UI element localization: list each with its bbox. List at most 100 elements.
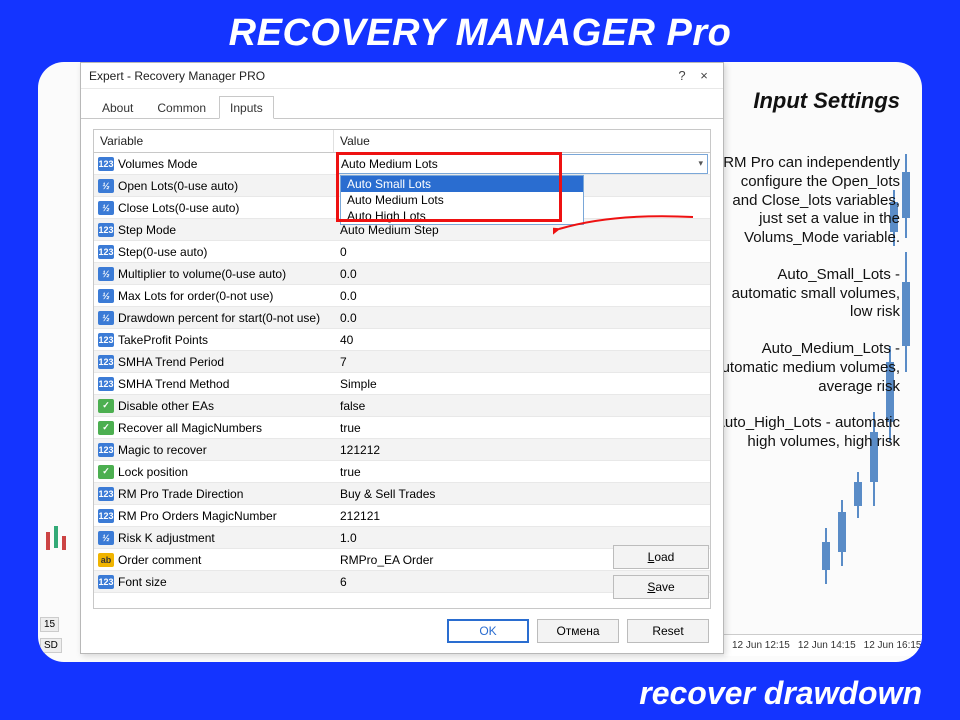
content-card: 15 SD 12 Jun 12:15 12 Jun 14:15 12 Jun 1…: [38, 62, 922, 662]
chart-time-axis: 12 Jun 12:15 12 Jun 14:15 12 Jun 16:15: [724, 634, 922, 656]
table-row[interactable]: 123 RM Pro Trade Direction Buy & Sell Trad…: [94, 483, 710, 505]
variable-name: RM Pro Orders MagicNumber: [118, 509, 277, 523]
symbol-fragment: SD: [40, 638, 62, 653]
variable-name: Close Lots(0-use auto): [118, 201, 239, 215]
variable-value[interactable]: Simple: [334, 377, 710, 391]
variable-value[interactable]: Auto Medium Lots▾: [336, 154, 708, 174]
explainer-heading: Input Settings: [712, 88, 900, 114]
explainer-panel: Input Settings RM Pro can independently …: [712, 88, 900, 470]
dbl-type-icon: ½: [98, 311, 114, 325]
variable-name: Order comment: [118, 553, 201, 567]
num-type-icon: 123: [98, 223, 114, 237]
variable-name: SMHA Trend Method: [118, 377, 229, 391]
variable-name: Max Lots for order(0-not use): [118, 289, 273, 303]
str-type-icon: ab: [98, 553, 114, 567]
ok-button[interactable]: OK: [447, 619, 529, 643]
dropdown-option[interactable]: Auto Medium Lots: [341, 192, 583, 208]
dbl-type-icon: ½: [98, 531, 114, 545]
load-button[interactable]: Load: [613, 545, 709, 569]
variable-name: Recover all MagicNumbers: [118, 421, 262, 435]
table-row[interactable]: 123 Magic to recover 121212: [94, 439, 710, 461]
dialog-titlebar[interactable]: Expert - Recovery Manager PRO ? ×: [81, 63, 723, 89]
num-type-icon: 123: [98, 575, 114, 589]
variable-name: Multiplier to volume(0-use auto): [118, 267, 286, 281]
table-row[interactable]: 123 SMHA Trend Method Simple: [94, 373, 710, 395]
variable-value[interactable]: Buy & Sell Trades: [334, 487, 710, 501]
dbl-type-icon: ½: [98, 289, 114, 303]
table-row[interactable]: 123Volumes ModeAuto Medium Lots▾: [94, 153, 710, 175]
variable-value[interactable]: 1.0: [334, 531, 710, 545]
save-button[interactable]: Save: [613, 575, 709, 599]
explainer-text: RM Pro can independently configure the O…: [712, 154, 900, 248]
explainer-text: Auto_Small_Lots - automatic small volume…: [712, 266, 900, 322]
xaxis-tick: 12 Jun 12:15: [732, 640, 790, 651]
variable-value[interactable]: true: [334, 421, 710, 435]
variable-name: Open Lots(0-use auto): [118, 179, 238, 193]
table-row[interactable]: 123TakeProfit Points40: [94, 329, 710, 351]
cancel-button[interactable]: Отмена: [537, 619, 619, 643]
variable-name: Magic to recover: [118, 443, 207, 457]
variable-value[interactable]: 0.0: [334, 289, 710, 303]
bool-type-icon: ✓: [98, 399, 114, 413]
dropdown-option[interactable]: Auto High Lots: [341, 208, 583, 224]
variable-name: Risk K adjustment: [118, 531, 215, 545]
tab-inputs[interactable]: Inputs: [219, 96, 274, 119]
variable-name: Volumes Mode: [118, 157, 197, 171]
num-type-icon: 123: [98, 377, 114, 391]
tab-about[interactable]: About: [91, 96, 144, 118]
dropdown-option[interactable]: Auto Small Lots: [341, 176, 583, 192]
explainer-text: Auto_High_Lots - automatic high volumes,…: [712, 414, 900, 452]
variable-value[interactable]: 121212: [334, 443, 710, 457]
variable-name: Font size: [118, 575, 167, 589]
reset-button[interactable]: Reset: [627, 619, 709, 643]
variable-value[interactable]: 0: [334, 245, 710, 259]
chevron-down-icon[interactable]: ▾: [698, 158, 703, 169]
variable-value[interactable]: 7: [334, 355, 710, 369]
expert-dialog: Expert - Recovery Manager PRO ? × About …: [80, 62, 724, 654]
bool-type-icon: ✓: [98, 465, 114, 479]
xaxis-tick: 12 Jun 16:15: [864, 640, 922, 651]
variable-value[interactable]: true: [334, 465, 710, 479]
xaxis-fragment-left: 15: [40, 617, 59, 632]
variable-name: Step Mode: [118, 223, 176, 237]
variable-value[interactable]: false: [334, 399, 710, 413]
help-button[interactable]: ?: [671, 68, 693, 83]
variable-name: Step(0-use auto): [118, 245, 207, 259]
variable-name: SMHA Trend Period: [118, 355, 224, 369]
variable-value[interactable]: 0.0: [334, 311, 710, 325]
dbl-type-icon: ½: [98, 267, 114, 281]
dialog-tabs: About Common Inputs: [81, 89, 723, 119]
bool-type-icon: ✓: [98, 421, 114, 435]
table-row[interactable]: ½Drawdown percent for start(0-not use)0.…: [94, 307, 710, 329]
hero-footer: recover drawdown: [639, 675, 922, 712]
variable-name: TakeProfit Points: [118, 333, 208, 347]
table-row[interactable]: 123 SMHA Trend Period 7: [94, 351, 710, 373]
num-type-icon: 123: [98, 355, 114, 369]
volumes-mode-dropdown[interactable]: Auto Small Lots Auto Medium Lots Auto Hi…: [340, 175, 584, 225]
table-row[interactable]: ✓ Lock position true: [94, 461, 710, 483]
xaxis-tick: 12 Jun 14:15: [798, 640, 856, 651]
dbl-type-icon: ½: [98, 201, 114, 215]
close-button[interactable]: ×: [693, 68, 715, 83]
table-row[interactable]: 123Step(0-use auto)0: [94, 241, 710, 263]
num-type-icon: 123: [98, 509, 114, 523]
dbl-type-icon: ½: [98, 179, 114, 193]
tab-common[interactable]: Common: [146, 96, 217, 118]
num-type-icon: 123: [98, 443, 114, 457]
variable-value[interactable]: 0.0: [334, 267, 710, 281]
column-header-value[interactable]: Value: [334, 130, 710, 152]
table-row[interactable]: 123 RM Pro Orders MagicNumber 212121: [94, 505, 710, 527]
variable-value[interactable]: 40: [334, 333, 710, 347]
variable-name: RM Pro Trade Direction: [118, 487, 243, 501]
variable-name: Disable other EAs: [118, 399, 214, 413]
explainer-text: Auto_Medium_Lots - automatic medium volu…: [712, 340, 900, 396]
table-row[interactable]: ½ Max Lots for order(0-not use) 0.0: [94, 285, 710, 307]
variable-name: Lock position: [118, 465, 188, 479]
num-type-icon: 123: [98, 487, 114, 501]
hero-title: RECOVERY MANAGER Pro: [0, 0, 960, 61]
column-header-variable[interactable]: Variable: [94, 130, 334, 152]
table-row[interactable]: ✓ Recover all MagicNumbers true: [94, 417, 710, 439]
table-row[interactable]: ✓ Disable other EAs false: [94, 395, 710, 417]
variable-value[interactable]: 212121: [334, 509, 710, 523]
table-row[interactable]: ½ Multiplier to volume(0-use auto) 0.0: [94, 263, 710, 285]
